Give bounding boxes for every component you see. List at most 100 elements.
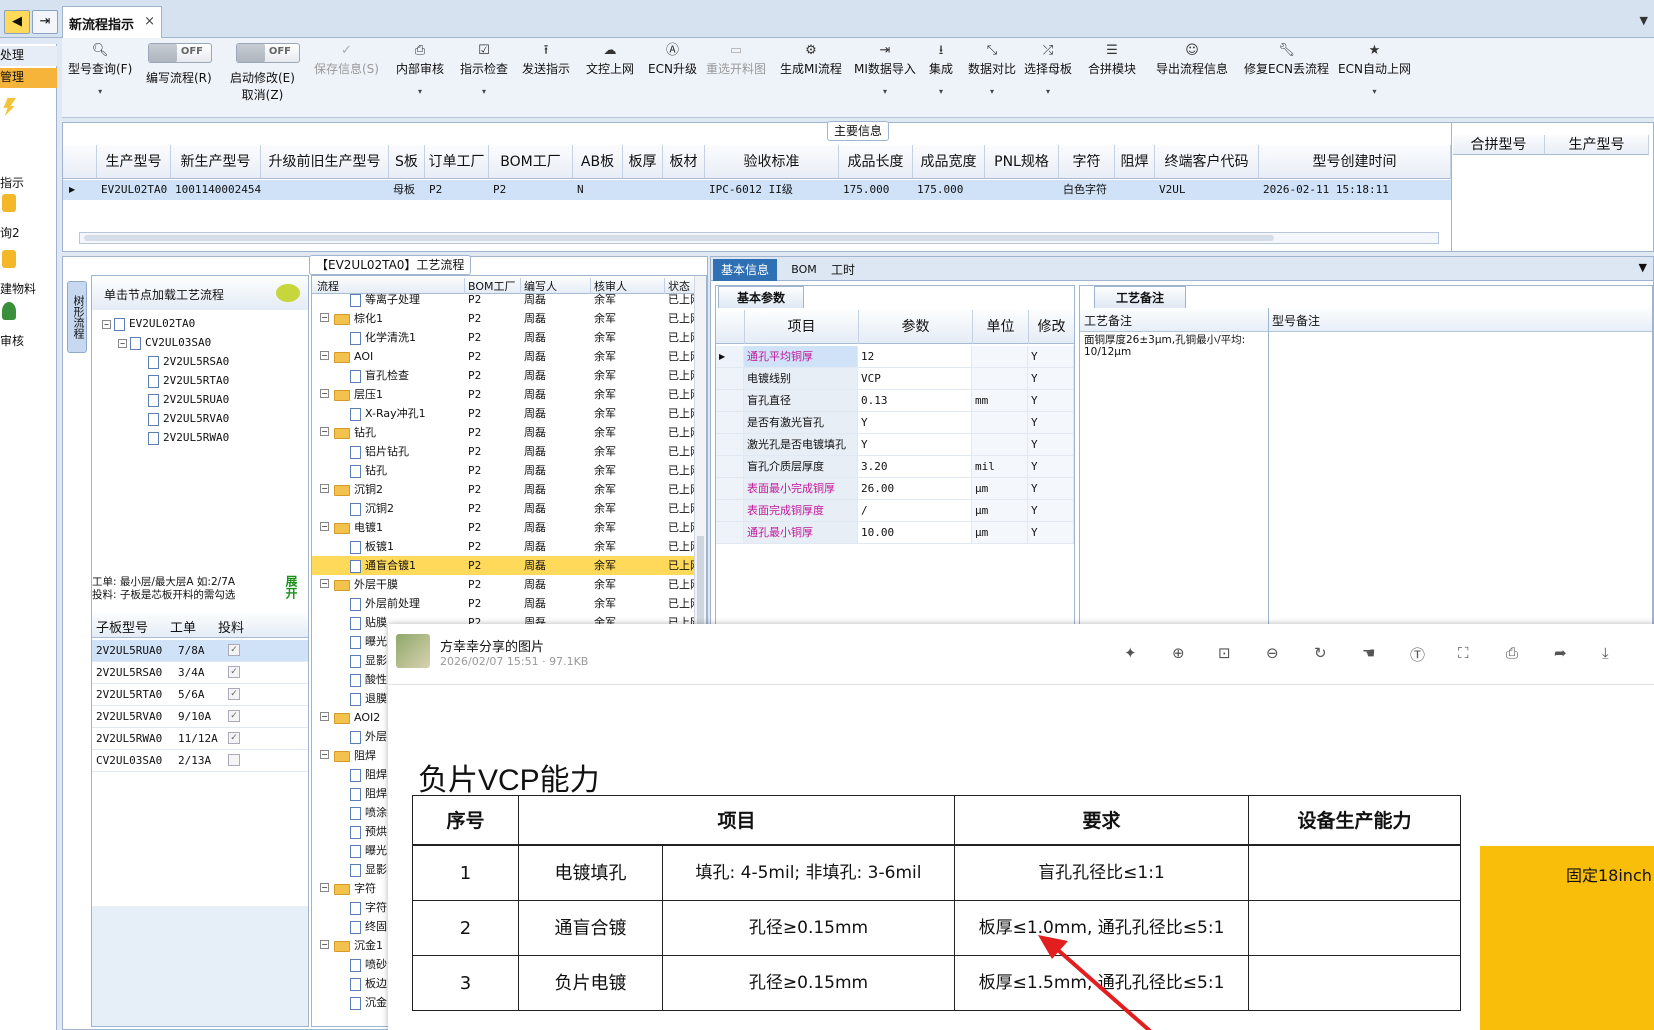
param-cell[interactable]: Y bbox=[1028, 500, 1074, 522]
select-motherboard-button[interactable]: ⤮ 选择母板 ▾ bbox=[1024, 38, 1072, 96]
tree-node[interactable]: 2V2UL5RVA0 bbox=[136, 409, 229, 428]
tree-node[interactable]: 2V2UL5RTA0 bbox=[136, 371, 229, 390]
column-header[interactable]: 投料 bbox=[218, 617, 244, 636]
side-column-header[interactable]: 合拼型号 bbox=[1453, 135, 1545, 155]
tab-process-notes[interactable]: 工艺备注 bbox=[1094, 286, 1186, 308]
left-nav-item[interactable]: 指示 bbox=[0, 94, 57, 190]
grid-cell[interactable] bbox=[623, 180, 663, 200]
grid-cell[interactable]: P2 bbox=[425, 180, 489, 200]
model-query-button[interactable]: 🔍︎ 型号查询(F) ▾ bbox=[68, 38, 132, 96]
param-cell[interactable]: Y bbox=[858, 434, 972, 456]
param-cell[interactable]: Y bbox=[1028, 390, 1074, 412]
param-cell[interactable]: 26.00 bbox=[858, 478, 972, 500]
flow-row[interactable]: 盲孔检查 P2 周磊 余军 已上网 bbox=[312, 366, 701, 385]
fit-icon[interactable]: ⊡ bbox=[1218, 644, 1231, 662]
grid-cell[interactable] bbox=[1115, 180, 1155, 200]
feed-checkbox[interactable]: ✓ bbox=[228, 666, 240, 678]
hand-icon[interactable]: ☚ bbox=[1362, 644, 1375, 662]
flow-row[interactable]: 棕化1− P2 周磊 余军 已上网 bbox=[312, 309, 701, 328]
process-note-text[interactable]: 面铜厚度26±3μm,孔铜最小/平均: 10/12μm bbox=[1084, 334, 1260, 358]
row-indicator[interactable]: ▶ bbox=[716, 346, 744, 368]
text-extract-icon[interactable]: Ⓣ bbox=[1410, 644, 1425, 665]
column-header[interactable]: 修改 bbox=[1028, 310, 1074, 344]
chevron-down-icon[interactable]: ▾ bbox=[68, 87, 132, 96]
column-header[interactable]: 生产型号 bbox=[97, 145, 171, 179]
feed-checkbox[interactable]: ✓ bbox=[228, 644, 240, 656]
tree-node[interactable]: 2V2UL5RWA0 bbox=[136, 428, 229, 447]
save-info-button[interactable]: ✓ 保存信息(S) bbox=[314, 38, 379, 77]
column-header[interactable]: 子板型号 bbox=[96, 617, 148, 636]
param-cell[interactable]: 盲孔介质层厚度 bbox=[744, 456, 858, 478]
cancel-label[interactable]: 取消(Z) bbox=[230, 86, 295, 103]
param-cell[interactable]: VCP bbox=[858, 368, 972, 390]
row-indicator[interactable] bbox=[716, 368, 744, 390]
param-cell[interactable]: mil bbox=[972, 456, 1028, 478]
expand-button[interactable]: 展开 bbox=[280, 572, 300, 602]
column-header[interactable]: 验收标准 bbox=[705, 145, 839, 179]
left-nav-item[interactable]: 审核 bbox=[0, 302, 57, 348]
feed-checkbox[interactable]: ✓ bbox=[228, 688, 240, 700]
param-cell[interactable]: 表面完成铜厚度 bbox=[744, 500, 858, 522]
expander-icon[interactable]: − bbox=[320, 712, 329, 721]
sub-table-row[interactable]: 2V2UL5RSA0 3/4A ✓ bbox=[92, 662, 308, 684]
param-cell[interactable]: 是否有激光盲孔 bbox=[744, 412, 858, 434]
flow-row[interactable]: 沉铜2− P2 周磊 余军 已上网 bbox=[312, 480, 701, 499]
export-flow-button[interactable]: ☺ 导出流程信息 bbox=[1156, 38, 1228, 77]
flow-row[interactable]: 等离子处理 P2 周磊 余军 已上网 bbox=[312, 290, 701, 309]
left-nav-item[interactable]: 询2 bbox=[0, 194, 57, 240]
chevron-down-icon[interactable]: ▾ bbox=[1338, 87, 1411, 96]
flow-row[interactable]: 化学清洗1 P2 周磊 余军 已上网 bbox=[312, 328, 701, 347]
flow-row[interactable]: X-Ray冲孔1 P2 周磊 余军 已上网 bbox=[312, 404, 701, 423]
flow-row[interactable]: 外层前处理 P2 周磊 余军 已上网 bbox=[312, 594, 701, 613]
column-header[interactable]: 新生产型号 bbox=[171, 145, 261, 179]
column-header[interactable]: 单位 bbox=[972, 310, 1028, 344]
column-header[interactable]: 阻焊 bbox=[1115, 145, 1155, 179]
param-cell[interactable]: / bbox=[858, 500, 972, 522]
param-cell[interactable]: 表面最小完成铜厚 bbox=[744, 478, 858, 500]
expander-icon[interactable]: − bbox=[320, 940, 329, 949]
grid-cell[interactable]: 175.000 bbox=[913, 180, 985, 200]
param-cell[interactable]: Y bbox=[1028, 368, 1074, 390]
merge-module-button[interactable]: ☰ 合拼模块 bbox=[1088, 38, 1136, 77]
share-icon[interactable]: ➦ bbox=[1554, 644, 1567, 662]
param-cell[interactable] bbox=[972, 346, 1028, 368]
left-nav-item[interactable]: 处理 bbox=[0, 46, 57, 66]
row-indicator[interactable] bbox=[716, 500, 744, 522]
row-indicator[interactable] bbox=[716, 390, 744, 412]
param-cell[interactable]: μm bbox=[972, 500, 1028, 522]
zoom-out-icon[interactable]: ⊖ bbox=[1266, 644, 1279, 662]
chevron-down-icon[interactable]: ▾ bbox=[1024, 87, 1072, 96]
grid-cell[interactable]: EV2UL02TA0 bbox=[97, 180, 171, 200]
column-header[interactable]: 成品长度 bbox=[839, 145, 913, 179]
grid-cell[interactable] bbox=[985, 180, 1059, 200]
mi-data-import-button[interactable]: ⇥ MI数据导入 ▾ bbox=[854, 38, 916, 96]
left-nav-item[interactable]: 建物料 bbox=[0, 250, 57, 296]
edit-flow-toggle[interactable]: OFF bbox=[148, 43, 212, 63]
column-header[interactable]: 成品宽度 bbox=[913, 145, 985, 179]
grid-cell[interactable] bbox=[261, 180, 389, 200]
chevron-down-icon[interactable]: ▾ bbox=[460, 87, 508, 96]
param-cell[interactable]: 12 bbox=[858, 346, 972, 368]
forward-icon[interactable]: ⇥ bbox=[32, 10, 58, 34]
chevron-down-icon[interactable]: ▾ bbox=[968, 87, 1016, 96]
chevron-down-icon[interactable]: ▾ bbox=[854, 87, 916, 96]
ecn-auto-online-button[interactable]: ★ ECN自动上网 ▾ bbox=[1338, 38, 1411, 96]
print-icon[interactable]: ⎙ bbox=[1506, 644, 1518, 662]
zoom-in-icon[interactable]: ⊕ bbox=[1172, 644, 1185, 662]
column-header[interactable]: 字符 bbox=[1059, 145, 1115, 179]
param-cell[interactable] bbox=[972, 368, 1028, 390]
column-header[interactable]: S板 bbox=[389, 145, 425, 179]
param-cell[interactable]: μm bbox=[972, 478, 1028, 500]
grid-cell[interactable]: V2UL bbox=[1155, 180, 1259, 200]
column-header[interactable]: 升级前旧生产型号 bbox=[261, 145, 389, 179]
param-cell[interactable]: 电镀线别 bbox=[744, 368, 858, 390]
feed-checkbox[interactable]: ✓ bbox=[228, 732, 240, 744]
grid-cell[interactable]: 母板 bbox=[389, 180, 425, 200]
param-cell[interactable]: 0.13 bbox=[858, 390, 972, 412]
column-header[interactable]: BOM工厂 bbox=[489, 145, 573, 179]
internal-review-button[interactable]: ⎙ 内部审核 ▾ bbox=[396, 38, 444, 96]
param-cell[interactable]: Y bbox=[1028, 478, 1074, 500]
param-cell[interactable]: Y bbox=[858, 412, 972, 434]
download-icon[interactable]: ⤓ bbox=[1602, 644, 1609, 662]
start-modify-toggle[interactable]: OFF bbox=[236, 43, 300, 63]
